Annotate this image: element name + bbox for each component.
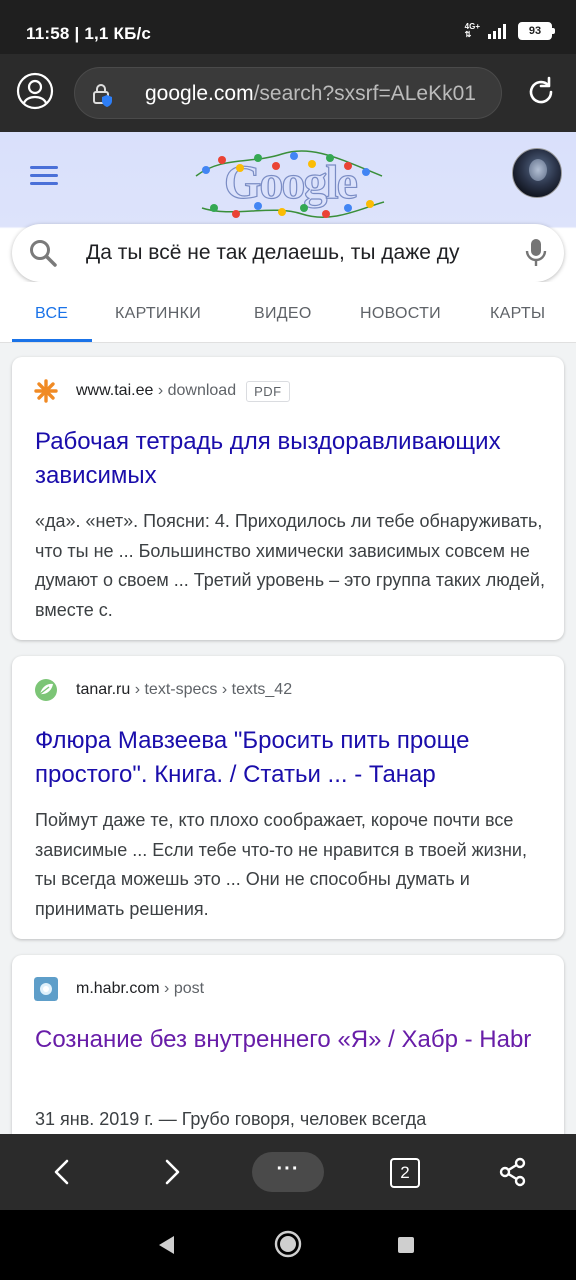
status-time: 11:58 | 1,1 КБ/с (26, 24, 152, 43)
google-doodle[interactable]: Google (192, 146, 388, 220)
signal-icon (488, 24, 506, 39)
tab-news[interactable]: НОВОСТИ (360, 305, 441, 323)
result-snippet: «да». «нет». Поясни: 4. Приходилось ли т… (35, 511, 545, 620)
result-source[interactable]: m.habr.com › post (34, 977, 204, 1001)
svg-text:Google: Google (224, 156, 358, 209)
tab-videos[interactable]: ВИДЕО (254, 305, 312, 323)
active-tab-indicator (12, 339, 92, 342)
tab-maps[interactable]: КАРТЫ (490, 305, 545, 323)
search-result: www.tai.ee › download PDF Рабочая тетрад… (12, 357, 564, 640)
search-box[interactable]: Да ты всё не так делаешь, ты даже ду (12, 224, 564, 282)
browser-bottom-bar: ··· 2 (0, 1134, 576, 1210)
address-bar[interactable]: google.com/search?sxsrf=ALeKk01 (74, 67, 502, 119)
result-snippet: 31 янв. 2019 г. — Грубо говоря, человек … (35, 1109, 427, 1129)
browser-toolbar: google.com/search?sxsrf=ALeKk01 (0, 54, 576, 132)
lock-shield-icon[interactable] (91, 82, 117, 108)
search-icon[interactable] (28, 238, 58, 268)
tai-favicon-icon (34, 379, 58, 403)
system-nav-bar (0, 1210, 576, 1280)
profile-icon[interactable] (16, 72, 54, 110)
system-recents-icon[interactable] (398, 1237, 414, 1253)
menu-icon[interactable] (30, 166, 58, 186)
search-input[interactable]: Да ты всё не так делаешь, ты даже ду (86, 241, 500, 265)
result-title-link[interactable]: Рабочая тетрадь для выздоравливающих зав… (35, 425, 545, 493)
result-source[interactable]: tanar.ru › text-specs › texts_42 (34, 678, 292, 702)
tanar-favicon-icon (35, 679, 57, 701)
result-snippet: Поймут даже те, кто плохо соображает, ко… (35, 810, 527, 919)
google-header: Google Да ты всё не так делаешь, ты даже… (0, 132, 576, 343)
tabs-count-button[interactable]: 2 (390, 1158, 420, 1188)
tab-images[interactable]: КАРТИНКИ (115, 305, 201, 323)
share-icon[interactable] (498, 1157, 528, 1187)
habr-favicon-icon (34, 977, 58, 1001)
battery-icon: 93 (518, 22, 555, 40)
search-result: m.habr.com › post Сознание без внутренне… (12, 955, 564, 1134)
system-home-icon[interactable] (274, 1230, 302, 1258)
account-avatar[interactable] (512, 148, 562, 198)
status-icons: 4G+ ⇅ 93 (464, 22, 555, 40)
tab-all[interactable]: ВСЕ (35, 305, 68, 323)
menu-button[interactable]: ··· (252, 1152, 324, 1192)
system-back-icon[interactable] (156, 1234, 178, 1256)
forward-icon[interactable] (160, 1158, 184, 1186)
network-type: 4G+ ⇅ (464, 22, 480, 39)
url-text[interactable]: google.com/search?sxsrf=ALeKk01 (145, 82, 476, 106)
web-page: Google Да ты всё не так делаешь, ты даже… (0, 132, 576, 1134)
pdf-badge: PDF (246, 380, 290, 402)
search-tabs: ВСЕ КАРТИНКИ ВИДЕО НОВОСТИ КАРТЫ (0, 282, 576, 343)
reload-icon[interactable] (524, 75, 558, 109)
result-title-link[interactable]: Сознание без внутреннего «Я» / Хабр - Ha… (35, 1023, 545, 1057)
status-bar: 11:58 | 1,1 КБ/с 4G+ ⇅ 93 (0, 0, 576, 54)
back-icon[interactable] (50, 1158, 74, 1186)
search-result: tanar.ru › text-specs › texts_42 Флюра М… (12, 656, 564, 939)
mic-icon[interactable] (524, 238, 548, 268)
result-title-link[interactable]: Флюра Мавзеева "Бросить пить проще прост… (35, 724, 545, 792)
result-source[interactable]: www.tai.ee › download PDF (34, 379, 290, 403)
